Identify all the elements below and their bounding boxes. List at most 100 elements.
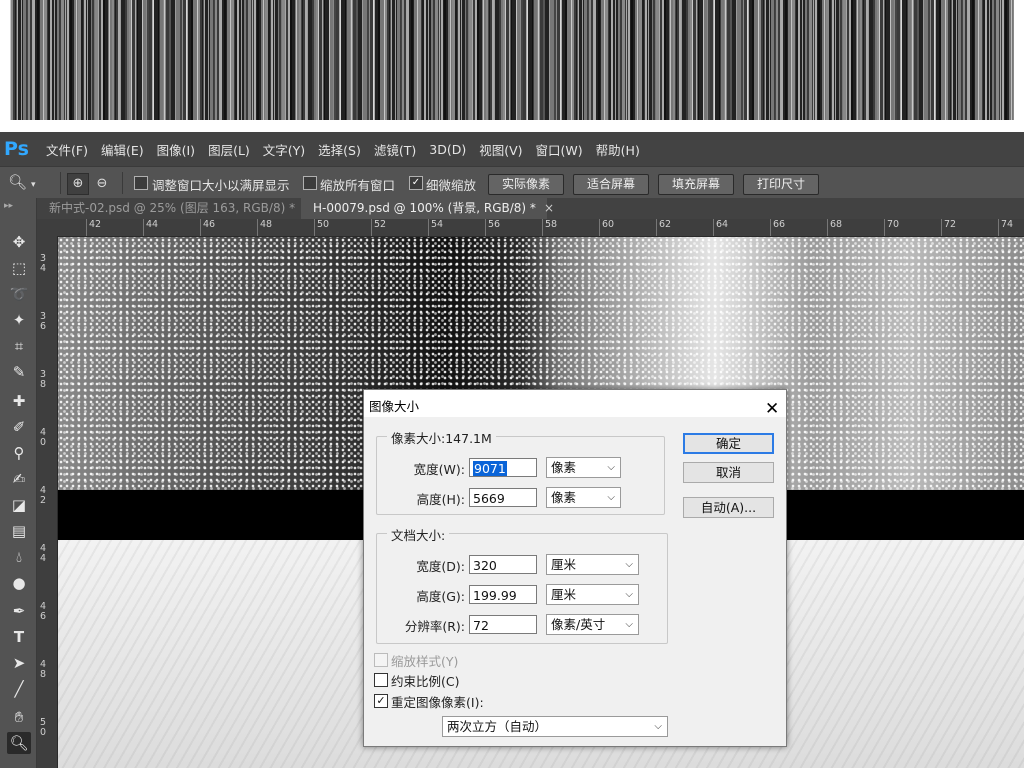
chevron-down-icon: ⌵ xyxy=(625,559,633,570)
resample-method-select[interactable]: 两次立方（自动） ⌵ xyxy=(442,716,668,737)
actual-pixels-button[interactable]: 实际像素 xyxy=(488,174,564,195)
divider xyxy=(60,172,61,194)
ruler-label: 74 xyxy=(998,219,1013,236)
chevron-down-icon: ⌵ xyxy=(625,589,633,600)
eraser-tool-icon[interactable]: ◪ xyxy=(7,494,31,516)
menu-item[interactable]: 窗口(W) xyxy=(536,140,583,159)
marquee-tool-icon[interactable]: ⬚ xyxy=(7,257,31,279)
preview-image-area xyxy=(0,0,1024,132)
pixel-width-unit-select[interactable]: 像素 ⌵ xyxy=(546,457,621,478)
menu-list: 文件(F) 编辑(E) 图像(I) 图层(L) 文字(Y) 选择(S) 滤镜(T) 3D(D)… xyxy=(46,132,653,166)
zoom-out-button[interactable]: ⊖ xyxy=(91,173,113,195)
resolution-unit: 像素/英寸 xyxy=(551,617,606,632)
pixel-dimensions-group: 像素大小:147.1M 宽度(W): 9071 像素 ⌵ 高度(H): 5669 … xyxy=(376,428,665,515)
doc-height-input[interactable]: 199.99 xyxy=(469,585,537,604)
ruler-label: 50 xyxy=(314,219,329,236)
print-size-button[interactable]: 打印尺寸 xyxy=(743,174,819,195)
doc-height-unit-select[interactable]: 厘米 ⌵ xyxy=(546,584,639,605)
pixel-width-unit: 像素 xyxy=(551,460,577,475)
healing-brush-tool-icon[interactable]: ✚ xyxy=(7,390,31,412)
image-size-dialog: 图像大小 ✕ 像素大小:147.1M 宽度(W): 9071 像素 ⌵ 高度(H)… xyxy=(363,389,787,747)
lasso-tool-icon[interactable]: ➰ xyxy=(7,283,31,305)
pixel-dimensions-label: 像素大小:147.1M xyxy=(387,428,496,447)
constrain-proportions-checkbox[interactable] xyxy=(374,673,388,687)
crop-tool-icon[interactable]: ⌗ xyxy=(7,335,31,357)
eyedropper-tool-icon[interactable]: ✎ xyxy=(7,361,31,383)
ruler-label: 54 xyxy=(428,219,443,236)
ruler-corner[interactable] xyxy=(37,219,57,237)
ok-button[interactable]: 确定 xyxy=(683,433,774,454)
menu-item[interactable]: 图像(I) xyxy=(157,140,195,159)
tab-document-2[interactable]: H-00079.psd @ 100% (背景, RGB/8) * × xyxy=(301,198,554,219)
zoom-tool-preset[interactable]: 🔍︎ ▾ xyxy=(8,173,54,193)
brush-tool-icon[interactable]: ✐ xyxy=(7,416,31,438)
ruler-label: 66 xyxy=(770,219,785,236)
collapse-icon[interactable]: ▸▸ xyxy=(4,201,13,211)
dialog-titlebar: 图像大小 ✕ xyxy=(364,390,786,419)
zoom-in-button[interactable]: ⊕ xyxy=(67,173,89,195)
pixel-height-input[interactable]: 5669 xyxy=(469,488,537,507)
scrubby-zoom-checkbox[interactable]: ✓ xyxy=(409,176,423,190)
resample-image-checkbox[interactable]: ✓ xyxy=(374,694,388,708)
blur-tool-icon[interactable]: 💧︎ xyxy=(7,546,31,568)
menu-item[interactable]: 文件(F) xyxy=(46,140,88,159)
clone-stamp-tool-icon[interactable]: ⚲ xyxy=(7,442,31,464)
doc-width-unit-select[interactable]: 厘米 ⌵ xyxy=(546,554,639,575)
menu-item[interactable]: 视图(V) xyxy=(479,140,522,159)
ruler-label: 42 xyxy=(86,219,101,236)
menu-bar: Ps 文件(F) 编辑(E) 图像(I) 图层(L) 文字(Y) 选择(S) 滤镜(T) 3D… xyxy=(0,132,1024,166)
history-brush-tool-icon[interactable]: ✍ xyxy=(7,468,31,490)
pixel-height-unit-select[interactable]: 像素 ⌵ xyxy=(546,487,621,508)
menu-item[interactable]: 滤镜(T) xyxy=(374,140,416,159)
menu-item[interactable]: 帮助(H) xyxy=(596,140,640,159)
cancel-button[interactable]: 取消 xyxy=(683,462,774,483)
ruler-label: 44 xyxy=(40,543,47,564)
type-tool-icon[interactable]: T xyxy=(7,626,31,648)
menu-item[interactable]: 选择(S) xyxy=(318,140,361,159)
ruler-label: 56 xyxy=(485,219,500,236)
doc-width-input[interactable]: 320 xyxy=(469,555,537,574)
zoom-all-windows-checkbox[interactable] xyxy=(303,176,317,190)
ruler-label: 34 xyxy=(40,253,47,274)
menu-item[interactable]: 文字(Y) xyxy=(263,140,305,159)
scrubby-zoom-label: 细微缩放 xyxy=(426,178,477,193)
gradient-tool-icon[interactable]: ▤ xyxy=(7,520,31,542)
path-selection-tool-icon[interactable]: ➤ xyxy=(7,652,31,674)
doc-height-unit: 厘米 xyxy=(551,587,577,602)
pen-tool-icon[interactable]: ✒ xyxy=(7,600,31,622)
line-tool-icon[interactable]: ╱ xyxy=(7,678,31,700)
scale-styles-checkbox[interactable] xyxy=(374,653,388,667)
resolution-input[interactable]: 72 xyxy=(469,615,537,634)
fill-screen-button[interactable]: 填充屏幕 xyxy=(658,174,734,195)
dodge-tool-icon[interactable]: ● xyxy=(7,572,31,594)
auto-button[interactable]: 自动(A)... xyxy=(683,497,774,518)
chevron-down-icon: ⌵ xyxy=(607,462,615,473)
ruler-label: 44 xyxy=(143,219,158,236)
zoom-out-icon: ⊖ xyxy=(96,176,108,191)
hand-tool-icon[interactable]: ✋︎ xyxy=(7,706,31,728)
close-button[interactable]: ✕ xyxy=(760,393,779,419)
move-tool-icon[interactable]: ✥ xyxy=(7,231,31,253)
resolution-unit-select[interactable]: 像素/英寸 ⌵ xyxy=(546,614,639,635)
menu-item[interactable]: 3D(D) xyxy=(429,142,466,157)
resolution-label: 分辨率(R): xyxy=(404,619,465,634)
zoom-tool-icon[interactable]: 🔍︎ xyxy=(7,732,31,754)
close-icon[interactable]: × xyxy=(544,201,554,215)
document-size-label: 文档大小: xyxy=(387,525,450,544)
ruler-label: 46 xyxy=(40,601,47,622)
doc-width-unit: 厘米 xyxy=(551,557,577,572)
checkmark-icon: ✓ xyxy=(411,177,421,188)
menu-item[interactable]: 图层(L) xyxy=(208,140,250,159)
menu-item[interactable]: 编辑(E) xyxy=(101,140,144,159)
tab-document-1[interactable]: 新中式-02.psd @ 25% (图层 163, RGB/8) *× xyxy=(37,198,313,219)
tab-label: 新中式-02.psd @ 25% (图层 163, RGB/8) * xyxy=(49,201,296,215)
zoom-all-windows-label: 缩放所有窗口 xyxy=(320,178,396,193)
magic-wand-tool-icon[interactable]: ✦ xyxy=(7,309,31,331)
ruler-label: 62 xyxy=(656,219,671,236)
photoshop-logo: Ps xyxy=(4,138,29,160)
pixel-width-input[interactable]: 9071 xyxy=(469,458,537,477)
pixel-width-label: 宽度(W): xyxy=(413,462,465,477)
ruler-label: 68 xyxy=(827,219,842,236)
resize-windows-checkbox[interactable] xyxy=(134,176,148,190)
fit-screen-button[interactable]: 适合屏幕 xyxy=(573,174,649,195)
